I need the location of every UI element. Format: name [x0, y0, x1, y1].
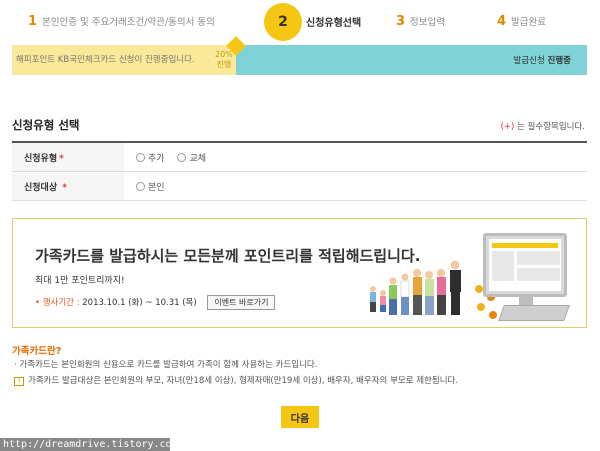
banner-period: • 행사기간 : 2013.10.1 (화) ~ 10.31 (목) 이벤트 바…	[35, 295, 276, 310]
progress-message: 해피포인트 KB국민체크카드 신청이 진행중입니다.	[16, 55, 195, 65]
apply-type-option-add-label: 추가	[148, 154, 165, 164]
apply-type-label: 신청유형 *	[12, 143, 124, 171]
progress-state: 발급신청 진행중	[514, 54, 571, 66]
step-4: 4 발급완료	[497, 14, 546, 29]
apply-type-option-replace[interactable]: 교체	[177, 153, 206, 164]
computer-illustration	[483, 233, 567, 297]
family-card-desc: · 가족카드는 본인회원의 신용으로 카드를 발급하여 가족이 함께 사용하는 …	[14, 360, 318, 370]
step-4-label: 발급완료	[511, 17, 547, 28]
progress-percent: 20% 진행	[215, 50, 233, 70]
section-title: 신청유형 선택	[12, 118, 80, 132]
page: 1 본인인증 및 주요거래조건/약관/동의서 동의 2 신청유형선택 3 정보입력 …	[0, 0, 600, 451]
banner-period-value: 2013.10.1 (화) ~ 10.31 (목)	[82, 298, 197, 308]
progress-bar: 해피포인트 KB국민체크카드 신청이 진행중입니다. 20% 진행 발급신청 진…	[12, 45, 587, 75]
target-option-self[interactable]: 본인	[136, 182, 165, 193]
step-3: 3 정보입력	[396, 14, 445, 29]
required-text: 는 필수항목입니다.	[517, 122, 585, 132]
family-card-eligibility-text: 가족카드 발급대상은 본인회원의 부모, 자녀(만18세 이상), 형제자매(만…	[28, 376, 459, 386]
warning-icon: !	[14, 377, 24, 386]
step-1: 1 본인인증 및 주요거래조건/약관/동의서 동의	[28, 14, 215, 29]
keyboard-illustration	[498, 305, 570, 321]
progress-percent-value: 20%	[215, 50, 233, 59]
progress-state-prefix: 발급신청	[513, 56, 545, 66]
step-2-label: 신청유형선택	[306, 18, 362, 29]
target-label-text: 신청대상	[24, 183, 58, 193]
family-card-title: 가족카드란?	[12, 346, 62, 357]
target-options: 본인	[136, 180, 175, 193]
target-label: 신청대상 *	[12, 172, 124, 200]
apply-type-label-text: 신청유형	[24, 154, 58, 164]
target-option-self-label: 본인	[148, 183, 165, 193]
apply-type-radio-add[interactable]	[136, 153, 145, 162]
computer-stand	[519, 297, 533, 305]
required-note: (+) 는 필수항목입니다.	[501, 120, 585, 132]
banner-subtitle: 최대 1만 포인트리까지!	[35, 276, 125, 286]
apply-form: 신청유형 * 추가 교체 신청대상 * 본인	[12, 141, 587, 201]
apply-type-row: 신청유형 * 추가 교체	[12, 143, 587, 172]
step-2-number: 2	[264, 3, 302, 41]
next-button[interactable]: 다음	[281, 406, 319, 428]
target-radio-self[interactable]	[136, 182, 145, 191]
banner-period-label: • 행사기간 :	[35, 298, 80, 308]
required-star: *	[59, 154, 64, 164]
family-illustration	[370, 260, 461, 315]
banner-headline: 가족카드를 발급하시는 모든분께 포인트리를 적립해드립니다.	[35, 247, 421, 265]
watermark: http://dreamdrive.tistory.com	[0, 438, 178, 451]
step-1-label: 본인인증 및 주요거래조건/약관/동의서 동의	[42, 17, 215, 28]
required-plus: (+)	[500, 122, 515, 132]
family-card-eligibility: ! 가족카드 발급대상은 본인회원의 부모, 자녀(만18세 이상), 형제자매(…	[14, 374, 458, 386]
target-row: 신청대상 * 본인	[12, 172, 587, 201]
step-3-number: 3	[396, 14, 406, 29]
apply-type-option-add[interactable]: 추가	[136, 153, 165, 164]
apply-type-options: 추가 교체	[136, 151, 216, 164]
step-3-label: 정보입력	[410, 17, 446, 28]
apply-type-radio-replace[interactable]	[177, 153, 187, 162]
event-link-button[interactable]: 이벤트 바로가기	[207, 295, 276, 310]
event-banner: 가족카드를 발급하시는 모든분께 포인트리를 적립해드립니다. 최대 1만 포인…	[12, 218, 587, 328]
apply-type-option-replace-label: 교체	[189, 154, 206, 164]
step-1-number: 1	[28, 14, 38, 29]
progress-state-strong: 진행중	[547, 56, 571, 66]
required-star: *	[62, 183, 67, 193]
step-indicator: 1 본인인증 및 주요거래조건/약관/동의서 동의 2 신청유형선택 3 정보입력 …	[0, 0, 600, 44]
progress-percent-label: 진행	[216, 60, 232, 69]
step-4-number: 4	[497, 14, 507, 29]
